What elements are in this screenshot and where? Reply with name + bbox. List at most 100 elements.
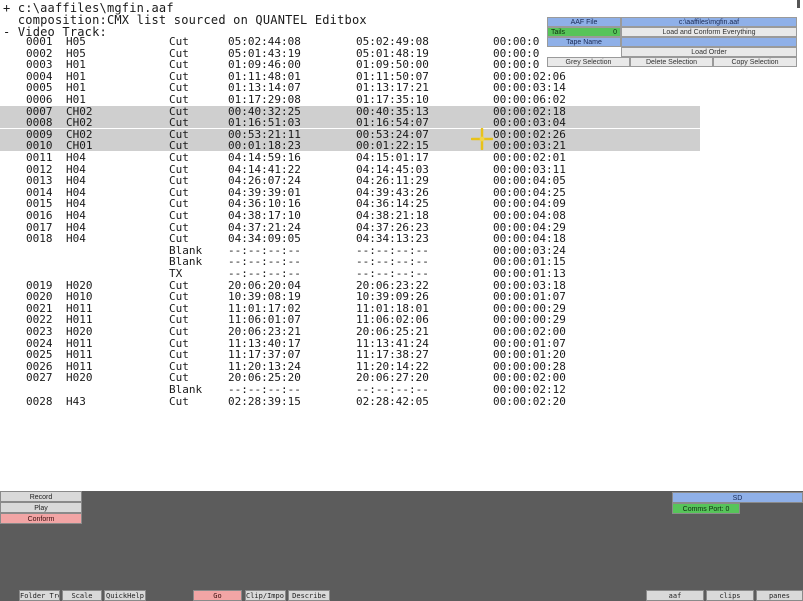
aaf-file-field[interactable]: c:\aaffiles\mgfin.aaf <box>621 17 797 27</box>
tape-name: H020 <box>66 325 93 338</box>
source-out: 01:13:17:21 <box>356 81 429 94</box>
quickhelp-button[interactable]: QuickHelp <box>104 590 146 601</box>
transition-type: Cut <box>169 209 189 222</box>
duration: 00:00:03:04 <box>493 116 566 129</box>
edl-row[interactable]: 0027 H020 Cut 20:06:25:20 20:06:27:20 00:00:0… <box>0 372 700 383</box>
delete-selection-button[interactable]: Delete Selection <box>630 57 713 67</box>
edl-row[interactable]: 0026 H011 Cut 11:20:13:24 11:20:14:22 00:00:0… <box>0 361 700 372</box>
source-out: 20:06:27:20 <box>356 371 429 384</box>
source-in: 11:17:37:07 <box>228 348 301 361</box>
edl-row[interactable]: 0007 CH02 Cut 00:40:32:25 00:40:35:13 00:00:0… <box>0 106 700 117</box>
transition-type: Cut <box>169 313 189 326</box>
scale-button[interactable]: Scale <box>62 590 102 601</box>
bottom-toolbar: Folder Tree Scale QuickHelp Go Clip/Impo… <box>0 590 803 601</box>
duration: 00:00:04:05 <box>493 174 566 187</box>
edl-row[interactable]: Blank --:--:--:-- --:--:--:-- 00:00:01:15 <box>0 256 700 267</box>
source-in: --:--:--:-- <box>228 267 301 280</box>
edl-row[interactable]: TX --:--:--:-- --:--:--:-- 00:00:01:13 <box>0 268 700 279</box>
edl-row[interactable]: 0006 H01 Cut 01:17:29:08 01:17:35:10 00:00:06… <box>0 94 700 105</box>
panes-tab-button[interactable]: panes <box>756 590 803 601</box>
grey-selection-button[interactable]: Grey Selection <box>547 57 630 67</box>
edl-row[interactable]: 0022 H011 Cut 11:06:01:07 11:06:02:06 00:00:0… <box>0 314 700 325</box>
edl-row[interactable]: 0012 H04 Cut 04:14:41:22 04:14:45:03 00:00:03… <box>0 164 700 175</box>
duration: 00:00:03:21 <box>493 139 566 152</box>
tape-name: H01 <box>66 93 86 106</box>
edl-row[interactable]: 0015 H04 Cut 04:36:10:16 04:36:14:25 00:00:04… <box>0 198 700 209</box>
event-number: 0006 <box>26 93 53 106</box>
edl-row[interactable]: 0005 H01 Cut 01:13:14:07 01:13:17:21 00:00:03… <box>0 82 700 93</box>
tails-label: Tails <box>551 29 566 36</box>
transition-type: Cut <box>169 81 189 94</box>
duration: 00:00:02:00 <box>493 371 566 384</box>
tape-name: H05 <box>66 35 86 48</box>
event-number: 0005 <box>26 81 53 94</box>
event-number: 0016 <box>26 209 53 222</box>
event-number: 0028 <box>26 395 53 408</box>
folder-tree-button[interactable]: Folder Tree <box>19 590 60 601</box>
duration: 00:00:0 <box>493 58 540 71</box>
source-out: --:--:--:-- <box>356 383 429 396</box>
play-button[interactable]: Play <box>0 502 82 513</box>
event-number: 0001 <box>26 35 53 48</box>
source-out: 02:28:42:05 <box>356 395 429 408</box>
duration: 00:00:02:20 <box>493 395 566 408</box>
edl-row[interactable]: 0020 H010 Cut 10:39:08:19 10:39:09:26 00:00:0… <box>0 291 700 302</box>
comms-port-field[interactable]: Comms Port: 0 <box>672 503 740 514</box>
edl-row[interactable]: 0028 H43 Cut 02:28:39:15 02:28:42:05 00:00:02… <box>0 396 700 407</box>
tape-name: H020 <box>66 371 93 384</box>
edl-row[interactable]: 0008 CH02 Cut 01:16:51:03 01:16:54:07 00:00:0… <box>0 117 700 128</box>
edl-row[interactable]: 0009 CH02 Cut 00:53:21:11 00:53:24:07 00:00:0… <box>0 129 700 140</box>
source-in: 01:09:46:00 <box>228 58 301 71</box>
edl-row[interactable]: 0017 H04 Cut 04:37:21:24 04:37:26:23 00:00:04… <box>0 222 700 233</box>
duration: 00:00:04:18 <box>493 232 566 245</box>
source-in: 20:06:23:21 <box>228 325 301 338</box>
duration: 00:00:04:08 <box>493 209 566 222</box>
describe-button[interactable]: Describe <box>288 590 330 601</box>
source-out: 00:01:22:15 <box>356 139 429 152</box>
edl-row[interactable]: 0023 H020 Cut 20:06:23:21 20:06:25:21 00:00:0… <box>0 326 700 337</box>
copy-selection-button[interactable]: Copy Selection <box>713 57 797 67</box>
aaf-tab-button[interactable]: aaf <box>646 590 704 601</box>
duration: 00:00:03:14 <box>493 81 566 94</box>
edl-row[interactable]: 0019 H020 Cut 20:06:20:04 20:06:23:22 00:00:0… <box>0 280 700 291</box>
edl-row[interactable]: 0024 H011 Cut 11:13:40:17 11:13:41:24 00:00:0… <box>0 338 700 349</box>
event-number: 0010 <box>26 139 53 152</box>
edl-row[interactable]: 0016 H04 Cut 04:38:17:10 04:38:21:18 00:00:04… <box>0 210 700 221</box>
edl-row[interactable]: 0011 H04 Cut 04:14:59:16 04:15:01:17 00:00:02… <box>0 152 700 163</box>
edl-row[interactable]: 0025 H011 Cut 11:17:37:07 11:17:38:27 00:00:0… <box>0 349 700 360</box>
scrollbar-thumb[interactable] <box>797 0 800 8</box>
record-button[interactable]: Record <box>0 491 82 502</box>
tape-name-field[interactable] <box>621 37 797 47</box>
transition-type: Cut <box>169 116 189 129</box>
transition-type: Cut <box>169 232 189 245</box>
load-and-conform-button[interactable]: Load and Conform Everything <box>621 27 797 37</box>
source-out: 04:26:11:29 <box>356 174 429 187</box>
aaf-file-label: AAF File <box>547 17 621 27</box>
clip-import-button[interactable]: Clip/Import <box>245 590 286 601</box>
event-number: 0011 <box>26 151 53 164</box>
edl-row[interactable]: 0004 H01 Cut 01:11:48:01 01:11:50:07 00:00:02… <box>0 71 700 82</box>
source-out: 04:15:01:17 <box>356 151 429 164</box>
duration: 00:00:01:20 <box>493 348 566 361</box>
duration: 00:00:02:12 <box>493 383 566 396</box>
go-button[interactable]: Go <box>193 590 242 601</box>
edl-row[interactable]: 0018 H04 Cut 04:34:09:05 04:34:13:23 00:00:04… <box>0 233 700 244</box>
load-order-button[interactable]: Load Order <box>621 47 797 57</box>
tape-name: H43 <box>66 395 86 408</box>
edl-row[interactable]: 0014 H04 Cut 04:39:39:01 04:39:43:26 00:00:04… <box>0 187 700 198</box>
sd-toggle[interactable]: SD <box>672 492 803 503</box>
tape-name: H010 <box>66 290 93 303</box>
tails-value: 0 <box>613 29 617 36</box>
duration: 00:00:00:29 <box>493 313 566 326</box>
source-out: 11:06:02:06 <box>356 313 429 326</box>
edl-row[interactable]: 0010 CH01 Cut 00:01:18:23 00:01:22:15 00:00:0… <box>0 140 700 151</box>
edl-row[interactable]: 0021 H011 Cut 11:01:17:02 11:01:18:01 00:00:0… <box>0 303 700 314</box>
tails-field[interactable]: Tails 0 <box>547 27 621 37</box>
edl-listing[interactable]: + c:\aaffiles\mgfin.aaf composition:CMX … <box>0 0 803 490</box>
conform-button[interactable]: Conform <box>0 513 82 524</box>
clips-tab-button[interactable]: clips <box>706 590 754 601</box>
source-in: 00:01:18:23 <box>228 139 301 152</box>
edl-row[interactable]: Blank --:--:--:-- --:--:--:-- 00:00:03:24 <box>0 245 700 256</box>
edl-row[interactable]: Blank --:--:--:-- --:--:--:-- 00:00:02:12 <box>0 384 700 395</box>
edl-row[interactable]: 0013 H04 Cut 04:26:07:24 04:26:11:29 00:00:04… <box>0 175 700 186</box>
